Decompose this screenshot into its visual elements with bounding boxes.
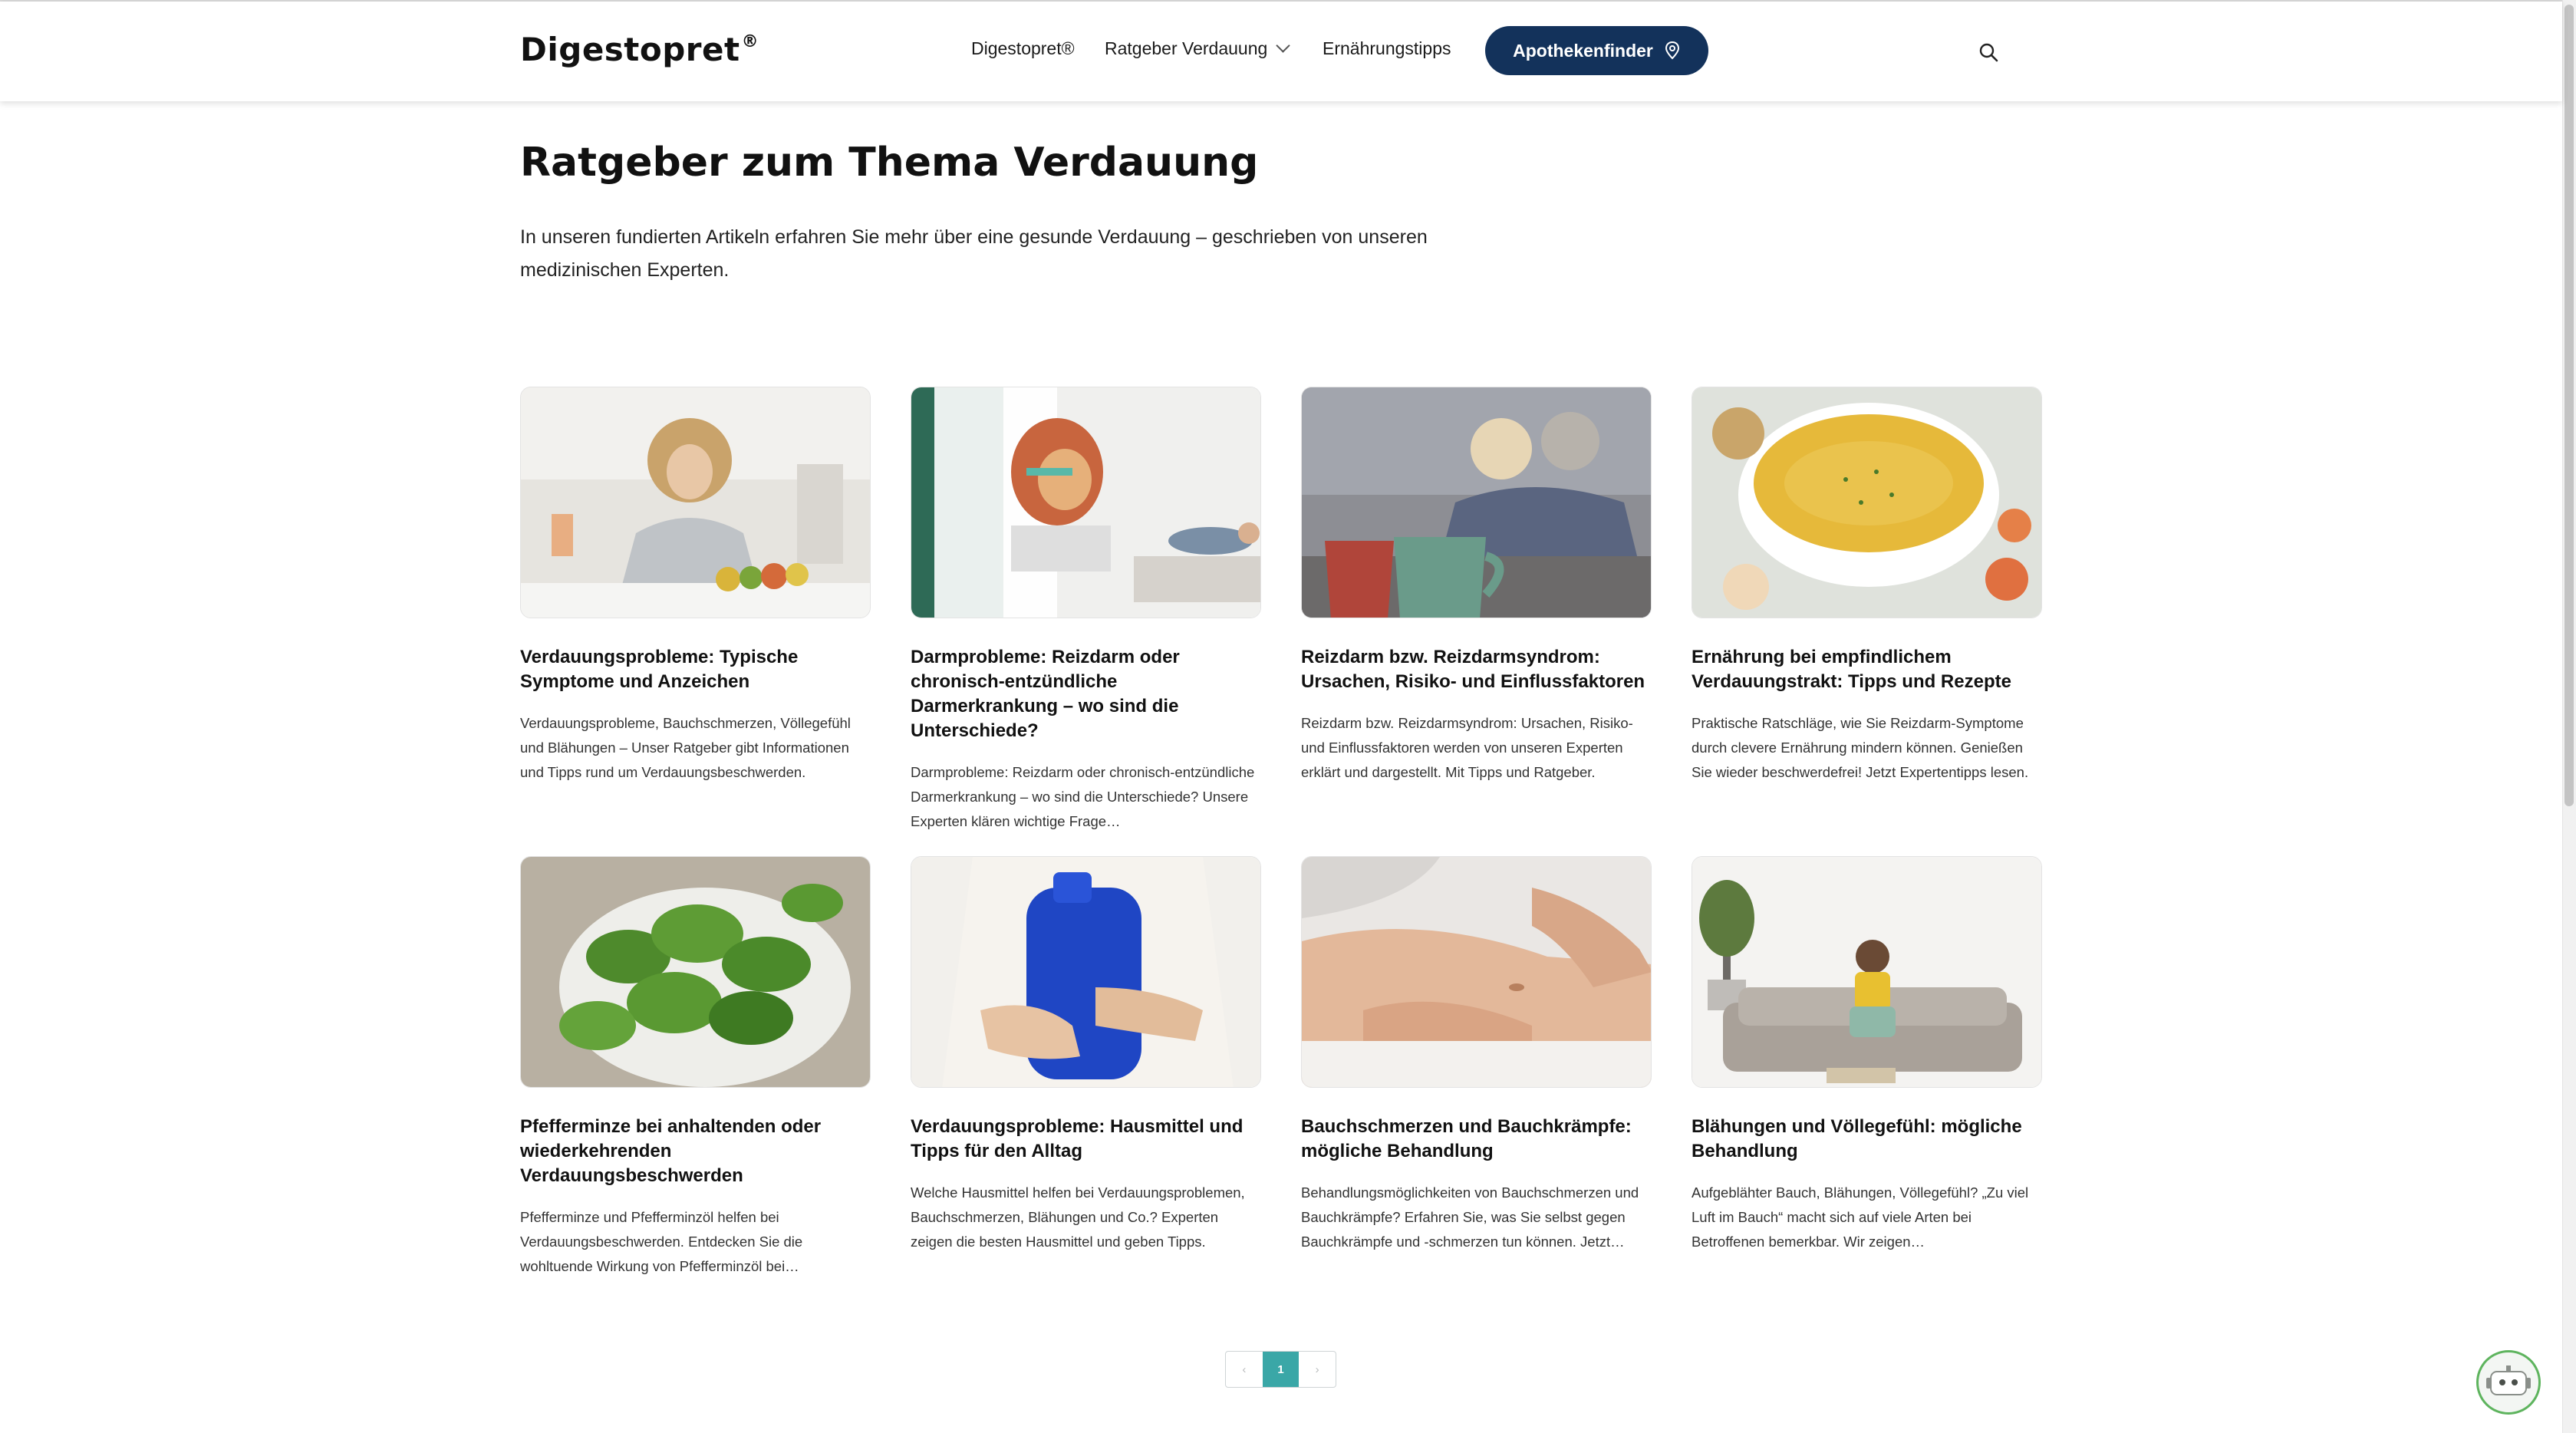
pagination-page-1[interactable]: 1 [1262, 1352, 1300, 1387]
site-header: Digestopret® Digestopret® Ratgeber Verda… [0, 2, 2562, 101]
article-card[interactable]: Reizdarm bzw. Reizdarmsyndrom: Ursachen,… [1301, 387, 1652, 785]
article-excerpt: Verdauungsprobleme, Bauchschmerzen, Völl… [520, 715, 851, 780]
article-card[interactable]: Bauchschmerzen und Bauchkrämpfe: möglich… [1301, 856, 1652, 1254]
pagination-prev-button[interactable]: ‹ [1226, 1352, 1263, 1387]
pagination-next-button[interactable]: › [1299, 1352, 1336, 1387]
article-title[interactable]: Darmprobleme: Reizdarm oder chronisch-en… [911, 645, 1261, 743]
article-image[interactable] [1692, 856, 2042, 1088]
pagination: ‹ 1 › [1225, 1351, 1336, 1388]
article-image[interactable] [911, 387, 1261, 618]
article-excerpt: Pfefferminze und Pfefferminzöl helfen be… [520, 1209, 803, 1274]
article-image[interactable] [1301, 387, 1652, 618]
chevron-down-icon [1276, 38, 1290, 53]
article-card[interactable]: Verdauungsprobleme: Hausmittel und Tipps… [911, 856, 1261, 1254]
article-excerpt: Reizdarm bzw. Reizdarmsyndrom: Ursachen,… [1301, 715, 1633, 780]
article-image[interactable] [911, 856, 1261, 1088]
page-title: Ratgeber zum Thema Verdauung [520, 140, 1259, 186]
apothekenfinder-label: Apothekenfinder [1513, 40, 1653, 61]
article-image[interactable] [520, 387, 871, 618]
article-card[interactable]: Blähungen und Völlegefühl: mögliche Beha… [1692, 856, 2042, 1254]
article-title[interactable]: Verdauungsprobleme: Typische Symptome un… [520, 645, 871, 694]
article-card[interactable]: Verdauungsprobleme: Typische Symptome un… [520, 387, 871, 785]
chatbot-button[interactable] [2476, 1350, 2541, 1415]
apothekenfinder-button[interactable]: Apothekenfinder [1485, 26, 1708, 75]
article-title[interactable]: Ernährung bei empfindlichem Verdauungstr… [1692, 645, 2042, 694]
article-title[interactable]: Verdauungsprobleme: Hausmittel und Tipps… [911, 1115, 1261, 1164]
article-excerpt: Aufgeblähter Bauch, Blähungen, Völlegefü… [1692, 1184, 2029, 1250]
article-title[interactable]: Bauchschmerzen und Bauchkrämpfe: möglich… [1301, 1115, 1652, 1164]
article-excerpt: Welche Hausmittel helfen bei Verdauungsp… [911, 1184, 1245, 1250]
logo[interactable]: Digestopret® [520, 31, 759, 68]
article-title[interactable]: Blähungen und Völlegefühl: mögliche Beha… [1692, 1115, 2042, 1164]
chatbot-icon [2486, 1365, 2531, 1395]
search-icon[interactable] [1978, 41, 1999, 63]
nav-item-ratgeber-verdauung[interactable]: Ratgeber Verdauung [1105, 38, 1290, 59]
article-title[interactable]: Pfefferminze bei anhaltenden oder wieder… [520, 1115, 871, 1188]
nav-item-label: Ratgeber Verdauung [1105, 38, 1268, 58]
scrollbar-thumb[interactable] [2564, 5, 2574, 806]
nav-item-digestopret[interactable]: Digestopret® [971, 38, 1075, 59]
article-card[interactable]: Darmprobleme: Reizdarm oder chronisch-en… [911, 387, 1261, 834]
article-image[interactable] [1301, 856, 1652, 1088]
article-card[interactable]: Ernährung bei empfindlichem Verdauungstr… [1692, 387, 2042, 785]
article-image[interactable] [520, 856, 871, 1088]
article-excerpt: Behandlungsmöglichkeiten von Bauchschmer… [1301, 1184, 1639, 1250]
location-pin-icon [1665, 41, 1679, 60]
article-excerpt: Praktische Ratschläge, wie Sie Reizdarm-… [1692, 715, 2029, 780]
article-title[interactable]: Reizdarm bzw. Reizdarmsyndrom: Ursachen,… [1301, 645, 1652, 694]
page-intro: In unseren fundierten Artikeln erfahren … [520, 226, 1428, 281]
article-image[interactable] [1692, 387, 2042, 618]
article-excerpt: Darmprobleme: Reizdarm oder chronisch-en… [911, 764, 1255, 829]
article-card[interactable]: Pfefferminze bei anhaltenden oder wieder… [520, 856, 871, 1279]
nav-item-ernaehrungstipps[interactable]: Ernährungstipps [1323, 38, 1451, 59]
